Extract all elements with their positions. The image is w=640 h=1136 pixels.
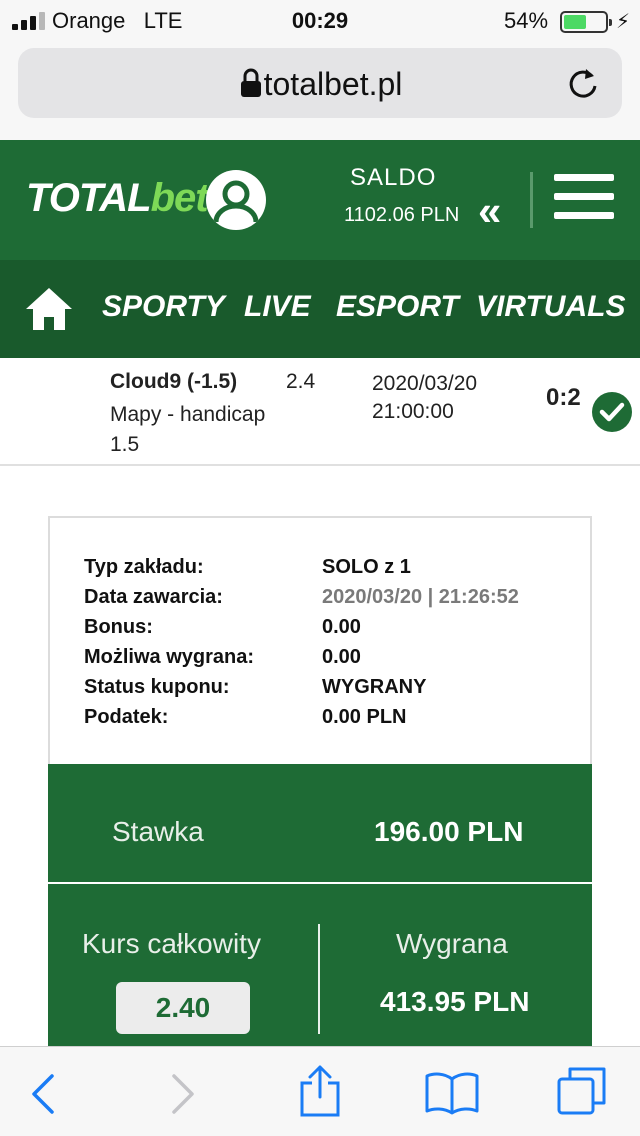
coupon-summary: Typ zakładu: SOLO z 1 Data zawarcia: 202… (48, 516, 592, 764)
status-bar: Orange LTE 00:29 54% ⚡ (0, 0, 640, 42)
summary-label: Możliwa wygrana: (84, 646, 255, 668)
summary-value: 0.00 (322, 646, 361, 668)
bet-odd: 2.4 (286, 370, 316, 393)
totals-divider (318, 924, 320, 1034)
tabs-icon[interactable] (556, 1065, 608, 1117)
header-divider (530, 172, 533, 228)
nav-item-sporty[interactable]: SPORTY (102, 290, 225, 324)
address-bar[interactable]: totalbet.pl (18, 48, 622, 118)
check-circle-icon (592, 392, 632, 432)
bet-row: Cloud9 (-1.5) Mapy - handicap 1.5 2.4 20… (0, 358, 640, 466)
summary-label: Podatek: (84, 706, 169, 728)
bet-market: Mapy - handicap 1.5 (110, 403, 266, 456)
total-odds-label: Kurs całkowity (82, 928, 261, 959)
bet-datetime: 2020/03/20 21:00:00 (372, 372, 478, 423)
double-chevron-left-icon[interactable]: « (478, 190, 501, 232)
totalbet-logo[interactable]: TOTALbet (26, 176, 209, 221)
summary-value: WYGRANY (322, 676, 427, 698)
forward-icon[interactable] (170, 1073, 196, 1115)
total-odds-value: 2.40 (116, 982, 250, 1034)
back-icon[interactable] (30, 1073, 56, 1115)
nav-item-esport[interactable]: ESPORT (336, 290, 459, 324)
main-nav: SPORTY LIVE ESPORT VIRTUALS (0, 260, 640, 358)
home-icon[interactable] (24, 286, 74, 332)
share-icon[interactable] (298, 1063, 342, 1119)
totals-panel: Kurs całkowity 2.40 Wygrana 413.95 PLN (48, 884, 592, 1054)
bookmarks-icon[interactable] (424, 1069, 480, 1115)
stake-panel: Stawka 196.00 PLN (48, 764, 592, 882)
browser-toolbar (0, 1046, 640, 1136)
charging-bolt-icon: ⚡ (616, 11, 631, 33)
summary-label: Bonus: (84, 616, 153, 638)
user-avatar-icon[interactable] (206, 170, 266, 230)
saldo-label: SALDO (350, 164, 437, 191)
nav-item-live[interactable]: LIVE (244, 290, 311, 324)
stake-value: 196.00 PLN (374, 816, 524, 847)
saldo-value: 1102.06 PLN (344, 204, 460, 226)
summary-label: Typ zakładu: (84, 556, 204, 578)
battery-icon (560, 11, 612, 33)
hamburger-menu-icon[interactable] (554, 174, 614, 220)
battery-fill (564, 15, 586, 29)
summary-value: 0.00 (322, 616, 361, 638)
summary-label: Status kuponu: (84, 676, 230, 698)
win-label: Wygrana (396, 928, 508, 959)
bet-score: 0:2 (546, 384, 581, 411)
summary-value: 2020/03/20 | 21:26:52 (322, 586, 519, 608)
battery-percent: 54% (504, 8, 549, 33)
summary-value: 0.00 PLN (322, 706, 407, 728)
reload-icon[interactable] (566, 66, 600, 100)
browser-chrome: totalbet.pl (0, 42, 640, 140)
win-value: 413.95 PLN (380, 986, 530, 1017)
site-header: TOTALbet SALDO 1102.06 PLN « (0, 140, 640, 260)
bet-selection: Cloud9 (-1.5) (110, 370, 238, 393)
summary-value: SOLO z 1 (322, 556, 411, 578)
stake-label: Stawka (112, 816, 204, 847)
nav-item-virtuals[interactable]: VIRTUALS (476, 290, 625, 324)
summary-label: Data zawarcia: (84, 586, 223, 608)
url-text[interactable]: totalbet.pl (18, 66, 622, 103)
